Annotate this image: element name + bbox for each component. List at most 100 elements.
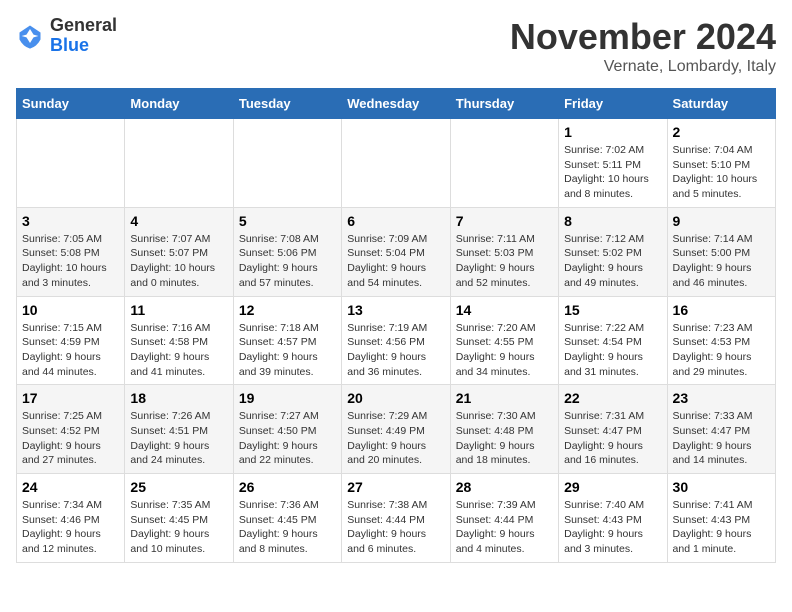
- day-number: 7: [456, 213, 553, 229]
- calendar-cell: 28 Sunrise: 7:39 AM Sunset: 4:44 PM Dayli…: [450, 474, 558, 563]
- calendar-cell: 11 Sunrise: 7:16 AM Sunset: 4:58 PM Dayli…: [125, 296, 233, 385]
- logo: General Blue: [16, 16, 117, 56]
- day-number: 27: [347, 479, 444, 495]
- calendar-cell: 9 Sunrise: 7:14 AM Sunset: 5:00 PM Daylig…: [667, 207, 775, 296]
- calendar-cell: 5 Sunrise: 7:08 AM Sunset: 5:06 PM Daylig…: [233, 207, 341, 296]
- day-detail: Sunrise: 7:36 AM Sunset: 4:45 PM Dayligh…: [239, 498, 336, 557]
- header-friday: Friday: [559, 89, 667, 119]
- calendar-cell: 21 Sunrise: 7:30 AM Sunset: 4:48 PM Dayli…: [450, 385, 558, 474]
- day-number: 18: [130, 390, 227, 406]
- header: General Blue November 2024 Vernate, Lomb…: [16, 16, 776, 76]
- day-detail: Sunrise: 7:40 AM Sunset: 4:43 PM Dayligh…: [564, 498, 661, 557]
- calendar-cell: [17, 119, 125, 208]
- day-detail: Sunrise: 7:34 AM Sunset: 4:46 PM Dayligh…: [22, 498, 119, 557]
- day-detail: Sunrise: 7:22 AM Sunset: 4:54 PM Dayligh…: [564, 321, 661, 380]
- day-detail: Sunrise: 7:05 AM Sunset: 5:08 PM Dayligh…: [22, 232, 119, 291]
- day-number: 20: [347, 390, 444, 406]
- calendar-cell: 16 Sunrise: 7:23 AM Sunset: 4:53 PM Dayli…: [667, 296, 775, 385]
- calendar-cell: [450, 119, 558, 208]
- day-number: 17: [22, 390, 119, 406]
- calendar-cell: 17 Sunrise: 7:25 AM Sunset: 4:52 PM Dayli…: [17, 385, 125, 474]
- calendar-cell: [125, 119, 233, 208]
- day-number: 26: [239, 479, 336, 495]
- calendar-cell: 19Sunrise: 7:27 AM Sunset: 4:50 PM Dayli…: [233, 385, 341, 474]
- location-subtitle: Vernate, Lombardy, Italy: [510, 58, 776, 76]
- calendar-cell: 3 Sunrise: 7:05 AM Sunset: 5:08 PM Daylig…: [17, 207, 125, 296]
- calendar-cell: 27 Sunrise: 7:38 AM Sunset: 4:44 PM Dayli…: [342, 474, 450, 563]
- logo-general-text: General: [50, 16, 117, 36]
- day-headers-row: Sunday Monday Tuesday Wednesday Thursday…: [17, 89, 776, 119]
- day-detail: Sunrise: 7:30 AM Sunset: 4:48 PM Dayligh…: [456, 409, 553, 468]
- month-title: November 2024: [510, 16, 776, 58]
- day-number: 10: [22, 302, 119, 318]
- day-number: 3: [22, 213, 119, 229]
- day-detail: Sunrise: 7:09 AM Sunset: 5:04 PM Dayligh…: [347, 232, 444, 291]
- calendar-cell: 13Sunrise: 7:19 AM Sunset: 4:56 PM Dayli…: [342, 296, 450, 385]
- title-section: November 2024 Vernate, Lombardy, Italy: [510, 16, 776, 76]
- day-number: 19: [239, 390, 336, 406]
- header-sunday: Sunday: [17, 89, 125, 119]
- day-detail: Sunrise: 7:08 AM Sunset: 5:06 PM Dayligh…: [239, 232, 336, 291]
- day-number: 13: [347, 302, 444, 318]
- day-number: 9: [673, 213, 770, 229]
- day-number: 16: [673, 302, 770, 318]
- day-number: 25: [130, 479, 227, 495]
- day-detail: Sunrise: 7:16 AM Sunset: 4:58 PM Dayligh…: [130, 321, 227, 380]
- day-number: 29: [564, 479, 661, 495]
- calendar-week-row: 24 Sunrise: 7:34 AM Sunset: 4:46 PM Dayli…: [17, 474, 776, 563]
- logo-icon: [16, 22, 44, 50]
- logo-blue-text: Blue: [50, 36, 117, 56]
- day-detail: Sunrise: 7:25 AM Sunset: 4:52 PM Dayligh…: [22, 409, 119, 468]
- calendar-cell: 23 Sunrise: 7:33 AM Sunset: 4:47 PM Dayli…: [667, 385, 775, 474]
- calendar-cell: [233, 119, 341, 208]
- calendar-cell: 30Sunrise: 7:41 AM Sunset: 4:43 PM Dayli…: [667, 474, 775, 563]
- day-number: 15: [564, 302, 661, 318]
- calendar-week-row: 3 Sunrise: 7:05 AM Sunset: 5:08 PM Daylig…: [17, 207, 776, 296]
- calendar-cell: 10 Sunrise: 7:15 AM Sunset: 4:59 PM Dayli…: [17, 296, 125, 385]
- day-detail: Sunrise: 7:41 AM Sunset: 4:43 PM Dayligh…: [673, 498, 770, 557]
- day-number: 2: [673, 124, 770, 140]
- day-detail: Sunrise: 7:39 AM Sunset: 4:44 PM Dayligh…: [456, 498, 553, 557]
- day-number: 24: [22, 479, 119, 495]
- calendar-cell: 14 Sunrise: 7:20 AM Sunset: 4:55 PM Dayli…: [450, 296, 558, 385]
- day-detail: Sunrise: 7:20 AM Sunset: 4:55 PM Dayligh…: [456, 321, 553, 380]
- day-number: 22: [564, 390, 661, 406]
- calendar-cell: 24 Sunrise: 7:34 AM Sunset: 4:46 PM Dayli…: [17, 474, 125, 563]
- day-number: 12: [239, 302, 336, 318]
- header-saturday: Saturday: [667, 89, 775, 119]
- day-number: 21: [456, 390, 553, 406]
- day-detail: Sunrise: 7:18 AM Sunset: 4:57 PM Dayligh…: [239, 321, 336, 380]
- calendar-week-row: 1Sunrise: 7:02 AM Sunset: 5:11 PM Daylig…: [17, 119, 776, 208]
- calendar-cell: 4 Sunrise: 7:07 AM Sunset: 5:07 PM Daylig…: [125, 207, 233, 296]
- day-detail: Sunrise: 7:26 AM Sunset: 4:51 PM Dayligh…: [130, 409, 227, 468]
- calendar-week-row: 10 Sunrise: 7:15 AM Sunset: 4:59 PM Dayli…: [17, 296, 776, 385]
- day-number: 5: [239, 213, 336, 229]
- day-number: 4: [130, 213, 227, 229]
- calendar-cell: 25 Sunrise: 7:35 AM Sunset: 4:45 PM Dayli…: [125, 474, 233, 563]
- header-wednesday: Wednesday: [342, 89, 450, 119]
- header-tuesday: Tuesday: [233, 89, 341, 119]
- header-thursday: Thursday: [450, 89, 558, 119]
- day-number: 6: [347, 213, 444, 229]
- day-number: 14: [456, 302, 553, 318]
- day-number: 23: [673, 390, 770, 406]
- day-detail: Sunrise: 7:07 AM Sunset: 5:07 PM Dayligh…: [130, 232, 227, 291]
- day-detail: Sunrise: 7:38 AM Sunset: 4:44 PM Dayligh…: [347, 498, 444, 557]
- header-monday: Monday: [125, 89, 233, 119]
- day-detail: Sunrise: 7:31 AM Sunset: 4:47 PM Dayligh…: [564, 409, 661, 468]
- calendar-cell: 18 Sunrise: 7:26 AM Sunset: 4:51 PM Dayli…: [125, 385, 233, 474]
- calendar-week-row: 17 Sunrise: 7:25 AM Sunset: 4:52 PM Dayli…: [17, 385, 776, 474]
- day-detail: Sunrise: 7:33 AM Sunset: 4:47 PM Dayligh…: [673, 409, 770, 468]
- calendar-cell: 15 Sunrise: 7:22 AM Sunset: 4:54 PM Dayli…: [559, 296, 667, 385]
- day-number: 11: [130, 302, 227, 318]
- calendar-cell: 26 Sunrise: 7:36 AM Sunset: 4:45 PM Dayli…: [233, 474, 341, 563]
- day-number: 28: [456, 479, 553, 495]
- day-detail: Sunrise: 7:15 AM Sunset: 4:59 PM Dayligh…: [22, 321, 119, 380]
- day-detail: Sunrise: 7:23 AM Sunset: 4:53 PM Dayligh…: [673, 321, 770, 380]
- logo-text: General Blue: [50, 16, 117, 56]
- day-detail: Sunrise: 7:35 AM Sunset: 4:45 PM Dayligh…: [130, 498, 227, 557]
- calendar-table: Sunday Monday Tuesday Wednesday Thursday…: [16, 88, 776, 563]
- day-detail: Sunrise: 7:14 AM Sunset: 5:00 PM Dayligh…: [673, 232, 770, 291]
- calendar-cell: 7Sunrise: 7:11 AM Sunset: 5:03 PM Daylig…: [450, 207, 558, 296]
- day-number: 1: [564, 124, 661, 140]
